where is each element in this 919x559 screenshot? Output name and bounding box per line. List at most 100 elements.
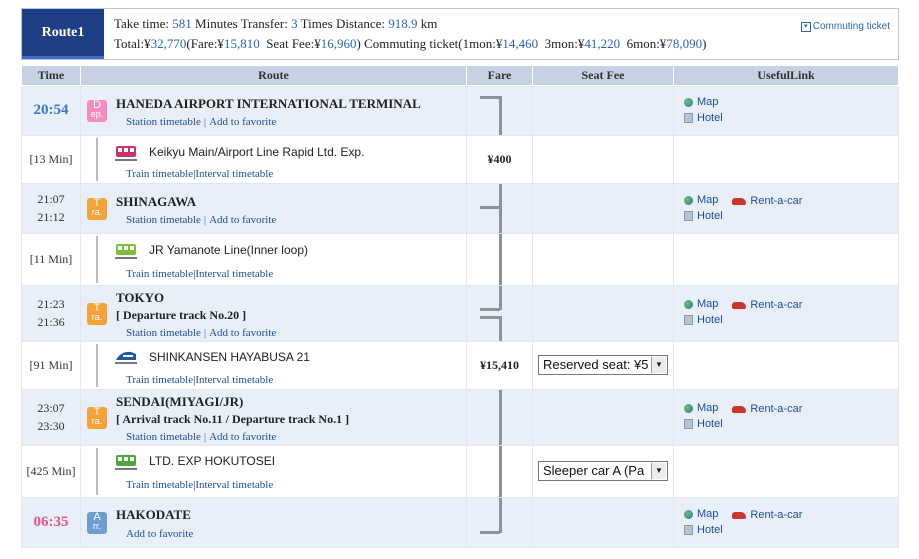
seat-fee-select[interactable]: Sleeper car A (Pa ▼ <box>538 461 668 481</box>
station-links: Station timetable | Add to favorite <box>126 327 277 339</box>
add-to-favorite-link[interactable]: Add to favorite <box>209 431 276 443</box>
commute-3mon-value: 41,220 <box>584 36 621 51</box>
total-value: 32,770 <box>150 36 187 51</box>
station-timetable-link[interactable]: Station timetable <box>126 431 201 443</box>
hotel-icon <box>684 419 693 429</box>
segment-row: [425 Min] LTD. EXP HOKUTOSEI Train timet… <box>21 445 899 498</box>
train-timetable-link[interactable]: Train timetable <box>126 268 193 280</box>
station-timetable-link[interactable]: Station timetable <box>126 116 201 128</box>
station-timetable-link[interactable]: Station timetable <box>126 214 201 226</box>
interval-timetable-link[interactable]: Interval timetable <box>195 168 273 180</box>
useful-link-cell <box>673 445 899 498</box>
rent-a-car-link[interactable]: Rent-a-car <box>732 509 802 521</box>
dropdown-arrow-icon[interactable]: ▼ <box>651 357 666 373</box>
add-to-favorite-link[interactable]: Add to favorite <box>209 327 276 339</box>
interval-timetable-link[interactable]: Interval timetable <box>195 479 273 491</box>
commuting-ticket-link[interactable]: ▾ Commuting ticket <box>800 21 890 32</box>
map-link[interactable]: Map Rent-a-car <box>684 508 816 522</box>
train-links: Train timetable|Interval timetable <box>126 374 274 386</box>
train-name[interactable]: Keikyu Main/Airport Line Rapid Ltd. Exp. <box>149 145 364 159</box>
rent-a-car-link[interactable]: Rent-a-car <box>732 403 802 415</box>
seat-fee-cell <box>532 389 674 446</box>
seat-fee-select[interactable]: Reserved seat: ¥5 ▼ <box>538 355 668 375</box>
map-link[interactable]: Map Rent-a-car <box>684 402 816 416</box>
minutes-label: Minutes <box>195 16 238 31</box>
station-timetable-link[interactable]: Station timetable <box>126 327 201 339</box>
fare-connector-line <box>499 498 502 533</box>
train-icon <box>115 455 137 470</box>
train-cell: LTD. EXP HOKUTOSEI Train timetable|Inter… <box>80 445 467 498</box>
route-tab[interactable]: Route1 <box>22 9 104 59</box>
hotel-link[interactable]: Hotel <box>684 112 737 126</box>
train-cell: Keikyu Main/Airport Line Rapid Ltd. Exp.… <box>80 135 467 184</box>
route-summary: Route1 Take time: 581 Minutes Transfer: … <box>21 8 899 60</box>
fare-cell <box>466 85 533 136</box>
transfer-label: Transfer: <box>240 16 288 31</box>
add-to-favorite-link[interactable]: Add to favorite <box>209 214 276 226</box>
station-name[interactable]: HAKODATE <box>116 507 191 523</box>
col-useful-link: UsefulLink <box>673 65 899 86</box>
route-cell: Tra. TOKYO [ Departure track No.20 ] Sta… <box>80 285 467 342</box>
seat-fee-cell: Sleeper car A (Pa ▼ <box>532 445 674 498</box>
hotel-link[interactable]: Hotel <box>684 314 737 328</box>
station-row: 23:07 23:30 Tra. SENDAI(MIYAGI/JR) [ Arri… <box>21 389 899 446</box>
distance-value: 918.9 <box>388 16 418 31</box>
seat-fee-cell <box>532 135 674 184</box>
interval-timetable-link[interactable]: Interval timetable <box>195 268 273 280</box>
hotel-link[interactable]: Hotel <box>684 418 737 432</box>
departure-time: 20:54 <box>33 102 69 118</box>
map-link[interactable]: Map Rent-a-car <box>684 194 816 208</box>
summary-line-1: Take time: 581 Minutes Transfer: 3 Times… <box>114 16 437 32</box>
fare-connector <box>480 96 500 99</box>
rent-a-car-link[interactable]: Rent-a-car <box>732 299 802 311</box>
duration-cell: [91 Min] <box>21 341 81 390</box>
car-icon <box>732 301 747 309</box>
map-link[interactable]: Map Rent-a-car <box>684 298 816 312</box>
station-name[interactable]: TOKYO <box>116 290 164 306</box>
hotel-link[interactable]: Hotel <box>684 210 737 224</box>
globe-icon <box>684 97 693 107</box>
fare-cell: ¥15,410 <box>466 341 533 390</box>
dropdown-arrow-icon[interactable]: ▼ <box>651 463 666 479</box>
car-icon <box>732 511 747 519</box>
train-name[interactable]: LTD. EXP HOKUTOSEI <box>149 454 275 468</box>
station-name[interactable]: HANEDA AIRPORT INTERNATIONAL TERMINAL <box>116 96 421 112</box>
station-name[interactable]: SHINAGAWA <box>116 194 196 210</box>
train-timetable-link[interactable]: Train timetable <box>126 168 193 180</box>
col-seat-fee: Seat Fee <box>532 65 674 86</box>
distance-label: Distance: <box>335 16 386 31</box>
station-row: 21:07 21:12 Tra. SHINAGAWA Station timeta… <box>21 183 899 234</box>
duration-cell: [13 Min] <box>21 135 81 184</box>
car-icon <box>732 405 747 413</box>
route-table: Time Route Fare Seat Fee UsefulLink 20:5… <box>21 65 899 548</box>
map-link[interactable]: Map <box>684 96 732 110</box>
arrival-time: 21:07 <box>37 192 65 206</box>
duration-cell: [11 Min] <box>21 233 81 286</box>
fare-cell: ¥400 <box>466 135 533 184</box>
train-icon <box>115 146 137 161</box>
globe-icon <box>684 403 693 413</box>
car-icon <box>732 197 747 205</box>
add-to-favorite-link[interactable]: Add to favorite <box>209 116 276 128</box>
transfer-badge-icon: Tra. <box>87 303 107 325</box>
fare-connector <box>480 308 500 311</box>
seat-fee-value: 16,960 <box>320 36 357 51</box>
station-links: Station timetable | Add to favorite <box>126 116 277 128</box>
station-name[interactable]: SENDAI(MIYAGI/JR) <box>116 394 243 410</box>
close-paren: ) <box>702 36 707 51</box>
interval-timetable-link[interactable]: Interval timetable <box>195 374 273 386</box>
hotel-link[interactable]: Hotel <box>684 524 737 538</box>
rent-a-car-link[interactable]: Rent-a-car <box>732 195 802 207</box>
train-name[interactable]: SHINKANSEN HAYABUSA 21 <box>149 350 310 364</box>
station-row: 20:54 Dep. HANEDA AIRPORT INTERNATIONAL … <box>21 85 899 136</box>
train-timetable-link[interactable]: Train timetable <box>126 374 193 386</box>
useful-link-cell: Map Hotel <box>673 85 899 136</box>
commute-6mon-value: 78,090 <box>666 36 703 51</box>
seat-fee-cell <box>532 285 674 342</box>
train-name[interactable]: JR Yamanote Line(Inner loop) <box>149 243 308 257</box>
fare-connector-line <box>499 184 502 233</box>
station-links: Station timetable | Add to favorite <box>126 214 277 226</box>
add-to-favorite-link[interactable]: Add to favorite <box>126 528 193 540</box>
train-timetable-link[interactable]: Train timetable <box>126 479 193 491</box>
time-cell: 23:07 23:30 <box>21 389 81 446</box>
